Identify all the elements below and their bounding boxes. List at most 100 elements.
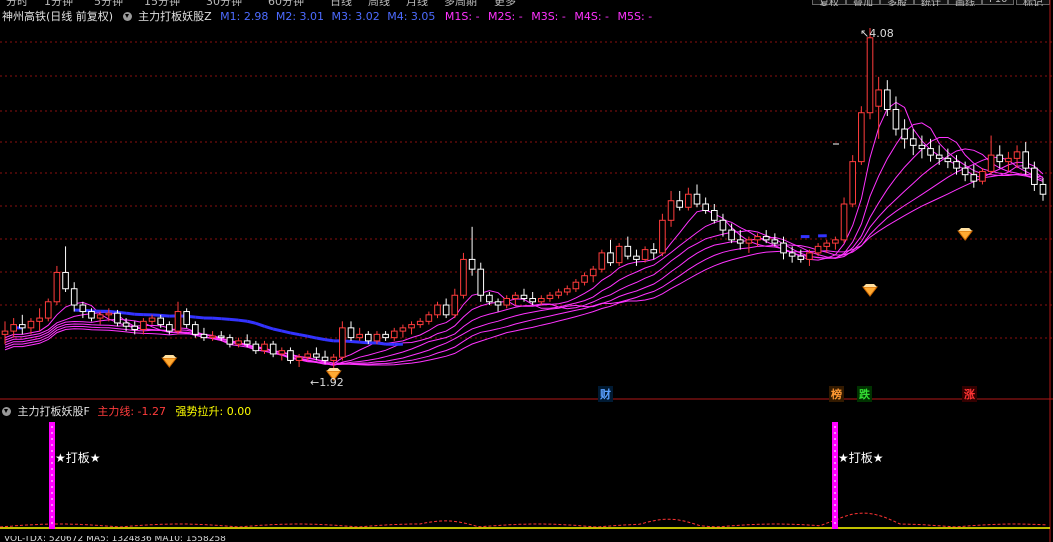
- candle: [918, 135, 926, 159]
- trend-line-segment: [108, 309, 118, 314]
- candle: [996, 145, 1004, 169]
- candle: [1031, 161, 1038, 191]
- candle: [1039, 177, 1047, 201]
- m3-value: M3: 3.02: [331, 10, 380, 23]
- stock-title: 神州高铁(日线 前复权): [2, 10, 114, 23]
- m1s-value: M1S: -: [444, 10, 480, 23]
- trend-line-segment: [238, 318, 248, 323]
- m4s-value: M4S: -: [574, 10, 610, 23]
- candle: [909, 129, 917, 156]
- m2-value: M2: 3.01: [275, 10, 325, 23]
- candle: [650, 243, 658, 260]
- candle: [927, 138, 934, 162]
- price-chart: [0, 0, 1053, 400]
- candle: [659, 213, 666, 257]
- trend-line-segment: [350, 340, 360, 344]
- arrow-icon: ←: [310, 376, 320, 389]
- buy-signals: [161, 228, 974, 381]
- candle: [468, 226, 476, 276]
- candle: [901, 119, 908, 149]
- diamond-signal-top: [162, 355, 177, 358]
- candle: [226, 334, 234, 348]
- candle: [460, 252, 467, 299]
- candle: [607, 239, 614, 266]
- candle: [442, 298, 450, 319]
- dropdown-icon[interactable]: [122, 12, 132, 21]
- signal-label-1: ★打板★: [55, 451, 101, 465]
- candle: [1005, 151, 1012, 172]
- candle: [832, 236, 839, 250]
- candle: [710, 204, 718, 224]
- trend-line-segment: [212, 316, 222, 321]
- m2s-value: M2S: -: [488, 10, 523, 23]
- candle: [425, 311, 433, 325]
- signal-label-2: ★打板★: [838, 451, 884, 465]
- qiangshi-value: 强势拉升: 0.00: [175, 405, 252, 418]
- zhuli-value: 主力线: -1.27: [97, 405, 166, 418]
- candle: [390, 327, 398, 341]
- candle: [935, 145, 943, 165]
- candle: [762, 230, 770, 244]
- candle: [598, 249, 606, 273]
- trend-line-segment: [281, 329, 291, 335]
- zhuli-line: [0, 512, 1048, 528]
- main-header: 神州高铁(日线 前复权) 主力打板妖股Z M1: 2.98 M2: 3.01 M…: [2, 8, 652, 24]
- candle: [693, 184, 701, 208]
- diamond-signal-top: [958, 228, 973, 231]
- sub-header: 主力打板妖股F 主力线: -1.27 强势拉升: 0.00: [2, 403, 251, 419]
- candle: [399, 324, 407, 338]
- candle: [96, 311, 104, 325]
- candle: [382, 331, 389, 341]
- candle: [70, 282, 78, 312]
- candle: [408, 321, 415, 335]
- candle: [18, 314, 26, 335]
- diamond-signal-icon: [861, 286, 879, 297]
- candle: [589, 265, 597, 283]
- dropdown-icon[interactable]: [2, 407, 11, 416]
- trend-line-segment: [221, 317, 231, 321]
- candle: [788, 246, 796, 263]
- indicator-name[interactable]: 主力打板妖股Z: [138, 10, 212, 23]
- candle: [503, 295, 511, 309]
- candle: [546, 292, 554, 302]
- m5s-value: M5S: -: [617, 10, 653, 23]
- candle: [633, 249, 640, 266]
- trend-line-segment: [160, 313, 170, 318]
- trend-line-segment: [195, 315, 205, 320]
- candle: [287, 347, 294, 364]
- candle: [477, 262, 485, 302]
- sub-indicator-name[interactable]: 主力打板妖股F: [18, 405, 90, 418]
- candle: [555, 288, 562, 299]
- ma-line: [4, 148, 1044, 366]
- diamond-signal-top: [326, 368, 341, 371]
- candles: [1, 28, 1047, 380]
- trend-line-segment: [307, 334, 317, 340]
- candle: [728, 223, 735, 244]
- candle: [347, 321, 355, 341]
- candle: [451, 288, 459, 319]
- candle: [356, 327, 363, 341]
- candle: [944, 148, 952, 169]
- trend-line-segment: [255, 321, 265, 328]
- candle: [174, 301, 182, 335]
- m4-value: M4: 3.05: [387, 10, 436, 23]
- candle: [140, 318, 147, 335]
- candle: [252, 340, 260, 354]
- trend-line-segment: [125, 311, 135, 316]
- candle: [840, 197, 848, 244]
- low-price-label: ←1.92: [310, 376, 344, 389]
- trend-line-segment: [324, 338, 334, 343]
- candle: [62, 246, 69, 292]
- diamond-signal-top: [863, 284, 877, 287]
- candle: [339, 321, 346, 361]
- trend-line-segment: [151, 313, 161, 317]
- trend-line-segment: [290, 331, 300, 337]
- candle: [1, 321, 9, 345]
- ma-line: [4, 161, 1044, 366]
- candle: [200, 327, 208, 341]
- candle: [269, 340, 277, 358]
- candle: [434, 301, 441, 319]
- candle: [36, 308, 43, 332]
- candle: [641, 246, 649, 263]
- candle: [875, 76, 882, 139]
